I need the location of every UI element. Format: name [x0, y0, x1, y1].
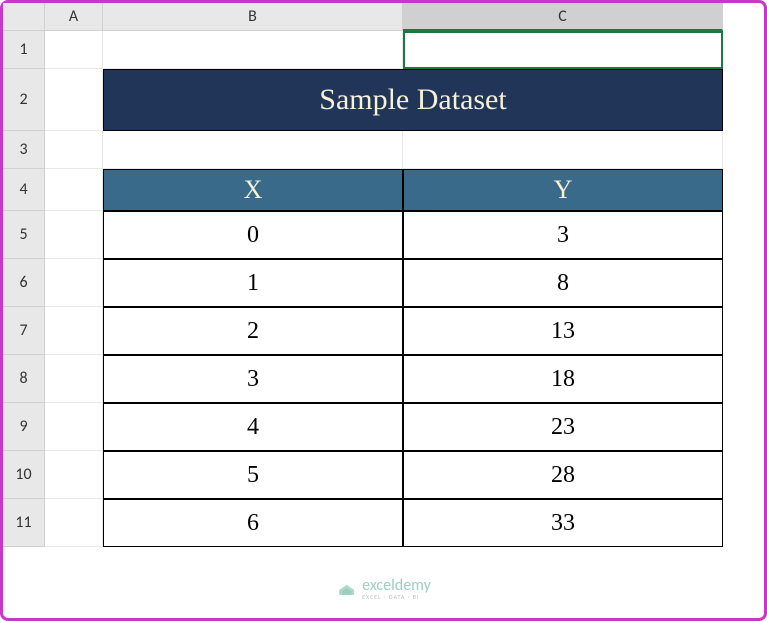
row-header-6[interactable]: 6	[3, 259, 45, 307]
select-all-corner[interactable]	[3, 3, 45, 31]
cell-a9[interactable]	[45, 403, 103, 451]
row-header-8[interactable]: 8	[3, 355, 45, 403]
watermark: exceldemy EXCEL · DATA · BI	[336, 578, 431, 600]
cell-a1[interactable]	[45, 31, 103, 69]
data-y-3[interactable]: 18	[403, 355, 723, 403]
row-header-3[interactable]: 3	[3, 131, 45, 169]
cell-b1[interactable]	[103, 31, 403, 69]
data-x-0[interactable]: 0	[103, 211, 403, 259]
data-x-1[interactable]: 1	[103, 259, 403, 307]
table-header-y[interactable]: Y	[403, 169, 723, 211]
spreadsheet-grid: A B C 1 2 Sample Dataset 3 4 X Y 5 0 3 6…	[3, 3, 764, 547]
cell-c1[interactable]	[403, 31, 723, 69]
cell-a8[interactable]	[45, 355, 103, 403]
cell-c3[interactable]	[403, 131, 723, 169]
data-y-6[interactable]: 33	[403, 499, 723, 547]
cell-a3[interactable]	[45, 131, 103, 169]
cell-a4[interactable]	[45, 169, 103, 211]
row-header-7[interactable]: 7	[3, 307, 45, 355]
watermark-icon	[336, 579, 356, 599]
row-header-4[interactable]: 4	[3, 169, 45, 211]
data-y-5[interactable]: 28	[403, 451, 723, 499]
cell-a5[interactable]	[45, 211, 103, 259]
watermark-title: exceldemy	[362, 578, 431, 594]
data-x-2[interactable]: 2	[103, 307, 403, 355]
cell-b3[interactable]	[103, 131, 403, 169]
cell-a2[interactable]	[45, 69, 103, 131]
watermark-text: exceldemy EXCEL · DATA · BI	[362, 578, 431, 600]
row-header-1[interactable]: 1	[3, 31, 45, 69]
row-header-2[interactable]: 2	[3, 69, 45, 131]
col-header-c[interactable]: C	[403, 3, 723, 31]
data-x-4[interactable]: 4	[103, 403, 403, 451]
cell-a10[interactable]	[45, 451, 103, 499]
row-header-5[interactable]: 5	[3, 211, 45, 259]
row-header-11[interactable]: 11	[3, 499, 45, 547]
cell-a7[interactable]	[45, 307, 103, 355]
row-header-9[interactable]: 9	[3, 403, 45, 451]
cell-a11[interactable]	[45, 499, 103, 547]
row-header-10[interactable]: 10	[3, 451, 45, 499]
col-header-b[interactable]: B	[103, 3, 403, 31]
data-y-0[interactable]: 3	[403, 211, 723, 259]
data-y-1[interactable]: 8	[403, 259, 723, 307]
dataset-title[interactable]: Sample Dataset	[103, 69, 723, 131]
data-x-6[interactable]: 6	[103, 499, 403, 547]
data-x-3[interactable]: 3	[103, 355, 403, 403]
watermark-subtitle: EXCEL · DATA · BI	[362, 594, 431, 600]
cell-a6[interactable]	[45, 259, 103, 307]
data-y-4[interactable]: 23	[403, 403, 723, 451]
col-header-a[interactable]: A	[45, 3, 103, 31]
table-header-x[interactable]: X	[103, 169, 403, 211]
data-x-5[interactable]: 5	[103, 451, 403, 499]
data-y-2[interactable]: 13	[403, 307, 723, 355]
